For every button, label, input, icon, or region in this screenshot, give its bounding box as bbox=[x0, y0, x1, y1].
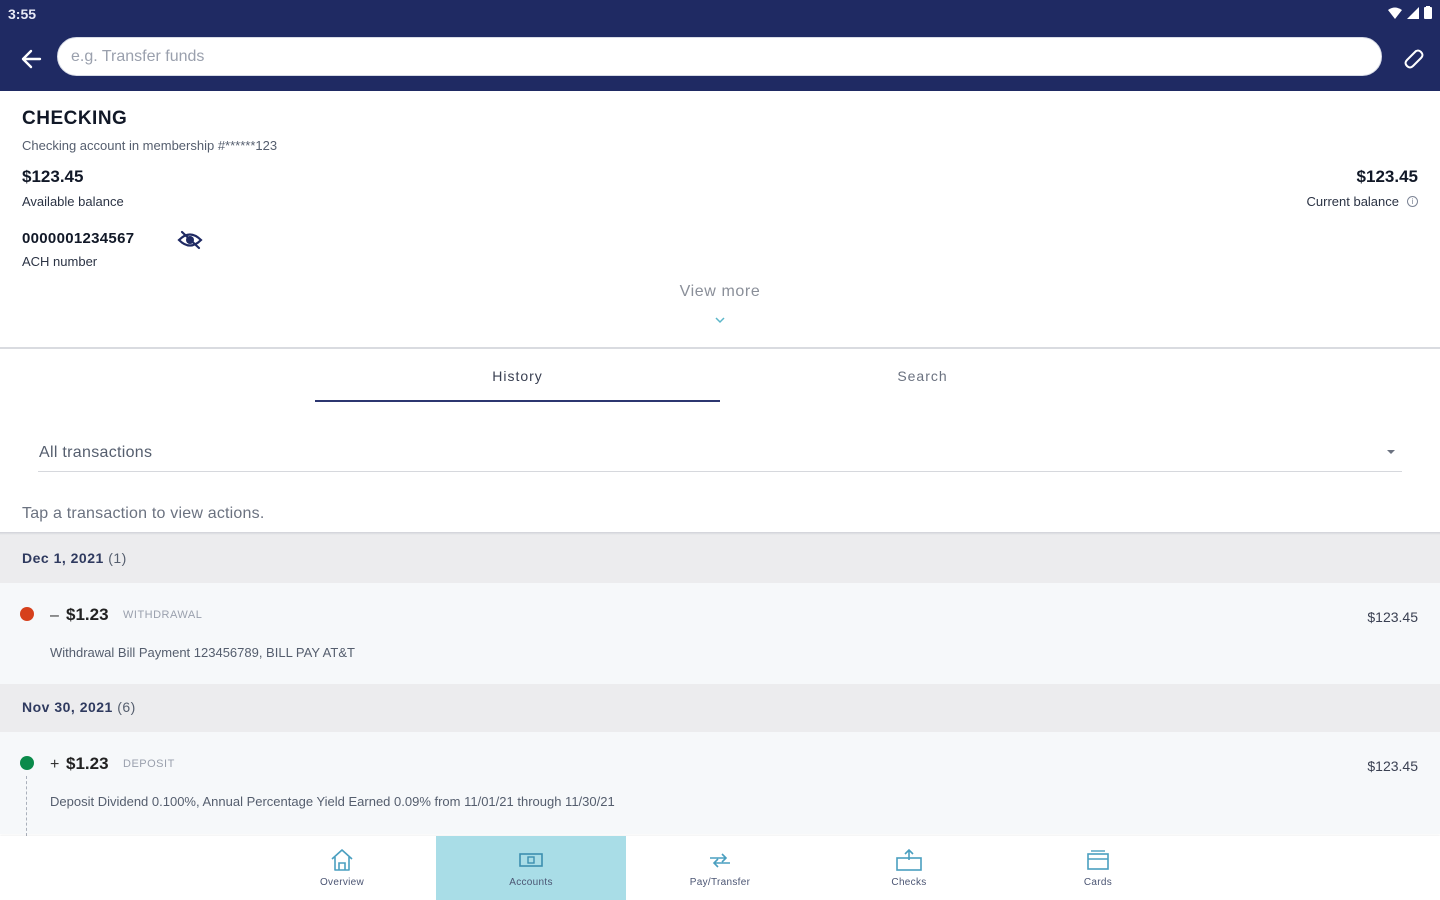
group-date: Nov 30, 2021 bbox=[22, 699, 113, 715]
info-icon[interactable]: i bbox=[1407, 196, 1418, 207]
withdrawal-status-dot bbox=[20, 607, 34, 621]
ach-number-label: ACH number bbox=[22, 254, 98, 269]
status-icons bbox=[1388, 6, 1432, 19]
transaction-sign: – bbox=[50, 607, 59, 624]
transaction-type: DEPOSIT bbox=[123, 758, 175, 770]
available-balance-label: Available balance bbox=[22, 194, 124, 209]
nav-label: Cards bbox=[1083, 877, 1113, 888]
nav-cards[interactable]: Cards bbox=[1003, 836, 1193, 900]
date-group-label: Nov 30, 2021 (6) bbox=[22, 699, 136, 715]
ach-number: 0000001234567 bbox=[22, 230, 135, 247]
timeline-connector bbox=[26, 776, 27, 836]
date-group-header: Nov 30, 2021 (6) bbox=[0, 684, 1440, 732]
view-more-link[interactable]: View more bbox=[620, 283, 820, 301]
app-header: 3:55 bbox=[0, 0, 1440, 91]
group-count: (6) bbox=[117, 699, 136, 715]
cards-icon bbox=[1084, 847, 1112, 873]
back-button[interactable] bbox=[16, 44, 46, 74]
current-balance: $123.45 bbox=[1356, 167, 1418, 186]
group-count: (1) bbox=[108, 550, 127, 566]
nav-pay-transfer[interactable]: Pay/Transfer bbox=[625, 836, 815, 900]
nav-label: Overview bbox=[319, 877, 365, 888]
nav-label: Checks bbox=[891, 877, 927, 888]
attach-button[interactable] bbox=[1398, 43, 1428, 73]
transaction-row[interactable]: + $1.23 DEPOSIT $123.45 Deposit Dividend… bbox=[0, 732, 1440, 836]
current-balance-label: Current balance bbox=[1306, 194, 1400, 209]
status-time: 3:55 bbox=[8, 6, 37, 22]
hint-text: Tap a transaction to view actions. bbox=[22, 505, 265, 522]
eye-off-icon bbox=[177, 230, 203, 250]
arrow-left-icon bbox=[21, 49, 42, 69]
current-balance-label-row: Current balance i bbox=[1306, 194, 1418, 209]
transaction-filter-dropdown[interactable]: All transactions bbox=[38, 432, 1402, 472]
transaction-amount: $1.23 bbox=[66, 754, 109, 773]
tab-history[interactable]: History bbox=[315, 349, 720, 403]
wifi-icon bbox=[1388, 7, 1402, 19]
signal-icon bbox=[1407, 6, 1419, 19]
check-deposit-icon bbox=[895, 847, 923, 873]
available-balance: $123.45 bbox=[22, 167, 84, 186]
transaction-balance: $123.45 bbox=[1367, 609, 1418, 625]
accounts-icon bbox=[517, 847, 545, 873]
transaction-description: Withdrawal Bill Payment 123456789, BILL … bbox=[50, 645, 355, 660]
bottom-navigation: Overview Accounts Pay/Transfer Checks Ca… bbox=[0, 836, 1440, 900]
transfer-icon bbox=[706, 847, 734, 873]
battery-icon bbox=[1424, 6, 1432, 19]
filter-selected-value: All transactions bbox=[39, 444, 153, 461]
account-description: Checking account in membership #******12… bbox=[22, 138, 278, 153]
home-icon bbox=[328, 847, 356, 873]
paperclip-icon bbox=[1404, 49, 1424, 69]
tab-search[interactable]: Search bbox=[720, 349, 1125, 403]
transaction-balance: $123.45 bbox=[1367, 758, 1418, 774]
transaction-type: WITHDRAWAL bbox=[123, 609, 203, 621]
date-group-header: Dec 1, 2021 (1) bbox=[0, 535, 1440, 583]
chevron-down-icon[interactable] bbox=[713, 311, 727, 329]
nav-checks[interactable]: Checks bbox=[814, 836, 1004, 900]
toggle-visibility-button[interactable] bbox=[177, 229, 203, 251]
dropdown-arrow-icon bbox=[1387, 450, 1395, 454]
group-date: Dec 1, 2021 bbox=[22, 550, 104, 566]
date-group-label: Dec 1, 2021 (1) bbox=[22, 550, 127, 566]
search-input[interactable] bbox=[58, 38, 1381, 75]
nav-accounts[interactable]: Accounts bbox=[436, 836, 626, 900]
deposit-status-dot bbox=[20, 756, 34, 770]
nav-overview[interactable]: Overview bbox=[247, 836, 437, 900]
nav-label: Accounts bbox=[509, 877, 553, 888]
transaction-description: Deposit Dividend 0.100%, Annual Percenta… bbox=[50, 794, 615, 809]
nav-label: Pay/Transfer bbox=[689, 877, 751, 888]
transaction-sign: + bbox=[50, 756, 60, 773]
transaction-amount: $1.23 bbox=[66, 605, 109, 624]
account-name: CHECKING bbox=[22, 108, 128, 129]
transaction-row[interactable]: – $1.23 WITHDRAWAL $123.45 Withdrawal Bi… bbox=[0, 583, 1440, 685]
search-field[interactable] bbox=[57, 37, 1382, 76]
active-tab-indicator bbox=[315, 400, 720, 402]
